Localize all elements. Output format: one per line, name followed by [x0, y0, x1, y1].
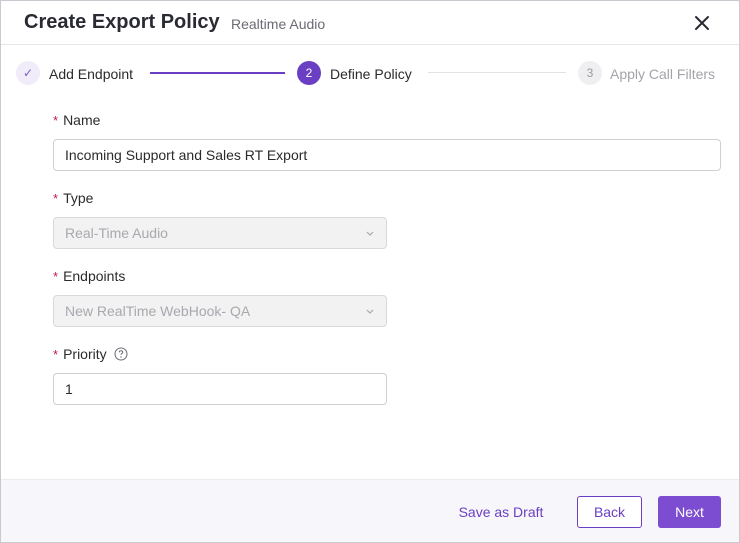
close-icon [695, 16, 709, 30]
dialog-header: Create Export Policy Realtime Audio [1, 1, 739, 45]
required-marker: * [53, 346, 59, 362]
endpoints-select: New RealTime WebHook- QA [53, 295, 387, 327]
endpoints-field-label: * Endpoints [53, 268, 125, 284]
create-export-policy-dialog: Create Export Policy Realtime Audio ✓ Ad… [0, 0, 740, 543]
check-icon: ✓ [22, 66, 34, 80]
name-input[interactable]: Incoming Support and Sales RT Export [53, 139, 721, 171]
name-label-text: Name [63, 112, 101, 128]
close-button[interactable] [691, 12, 713, 34]
endpoints-label-text: Endpoints [63, 268, 126, 284]
step-connector-2 [428, 72, 566, 73]
chevron-down-icon [366, 309, 374, 314]
priority-label-text: Priority [63, 346, 107, 362]
priority-field-label: * Priority [53, 346, 128, 362]
dialog-title: Create Export Policy [24, 11, 220, 33]
step-3-label: Apply Call Filters [610, 66, 716, 82]
required-marker: * [53, 268, 59, 284]
next-button[interactable]: Next [658, 496, 721, 528]
save-as-draft-button[interactable]: Save as Draft [447, 496, 555, 528]
step-2-number: 2 [305, 66, 313, 80]
required-marker: * [53, 112, 59, 128]
step-1-done-marker: ✓ [16, 61, 40, 85]
back-button[interactable]: Back [577, 496, 642, 528]
type-select: Real-Time Audio [53, 217, 387, 249]
step-connector-1 [150, 72, 285, 74]
dialog-subtitle: Realtime Audio [231, 16, 326, 32]
priority-input-value: 1 [65, 381, 73, 397]
dialog-footer: Save as Draft Back Next [1, 479, 739, 542]
step-2-label: Define Policy [330, 66, 412, 82]
step-2-active-marker: 2 [297, 61, 321, 85]
required-marker: * [53, 190, 59, 206]
type-field-label: * Type [53, 190, 93, 206]
priority-input[interactable]: 1 [53, 373, 387, 405]
type-label-text: Type [63, 190, 94, 206]
chevron-down-icon [366, 231, 374, 236]
step-3-pending-marker: 3 [578, 61, 602, 85]
step-1-label: Add Endpoint [49, 66, 134, 82]
name-field-label: * Name [53, 112, 100, 128]
endpoints-select-value: New RealTime WebHook- QA [65, 303, 251, 319]
type-select-value: Real-Time Audio [65, 225, 168, 241]
help-circle-icon[interactable] [114, 347, 128, 361]
step-3-number: 3 [586, 66, 594, 80]
name-input-value: Incoming Support and Sales RT Export [65, 147, 308, 163]
